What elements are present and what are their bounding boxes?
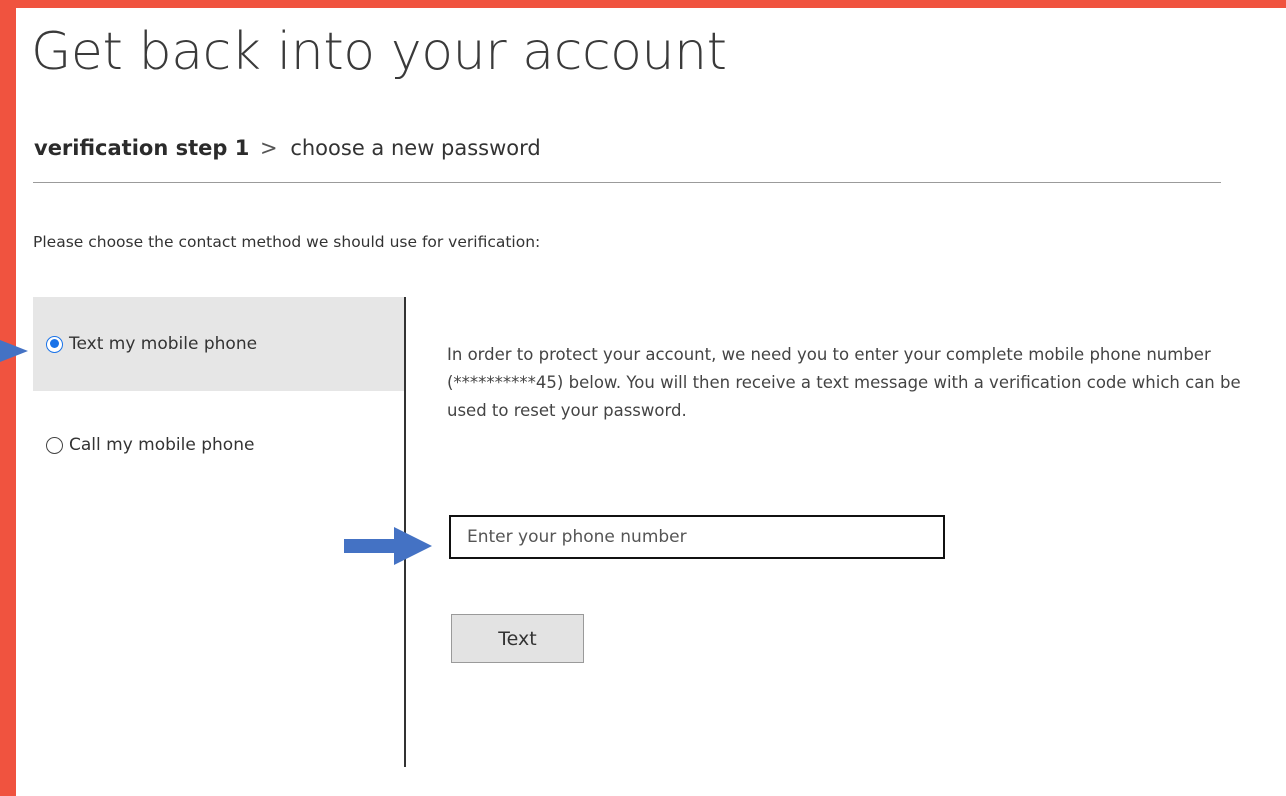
radio-unselected-icon[interactable] [46,436,63,454]
annotation-frame-top [0,0,1286,8]
verification-details: In order to protect your account, we nee… [447,341,1247,425]
breadcrumb-separator: > [260,136,278,160]
text-my-mobile-phone-option[interactable]: Text my mobile phone [33,297,404,391]
arrow-right-icon [344,527,432,565]
contact-method-list: Text my mobile phone Call my mobile phon… [33,297,404,491]
contact-method-instruction: Please choose the contact method we shou… [33,233,541,251]
call-my-mobile-phone-label: Call my mobile phone [69,435,255,455]
breadcrumb-next-step: choose a new password [290,136,541,160]
text-my-mobile-phone-label: Text my mobile phone [69,334,258,354]
call-my-mobile-phone-option[interactable]: Call my mobile phone [33,391,404,491]
verification-description: In order to protect your account, we nee… [447,345,1241,420]
breadcrumb-current-step: verification step 1 [34,136,250,160]
phone-number-input[interactable] [449,515,945,559]
page-title: Get back into your account [31,22,727,82]
annotation-frame-left [0,0,16,796]
text-button[interactable]: Text [451,614,584,663]
radio-selected-icon[interactable] [46,335,63,353]
arrow-right-icon [0,340,28,362]
breadcrumb: verification step 1 > choose a new passw… [34,130,541,166]
header-divider [33,182,1221,183]
